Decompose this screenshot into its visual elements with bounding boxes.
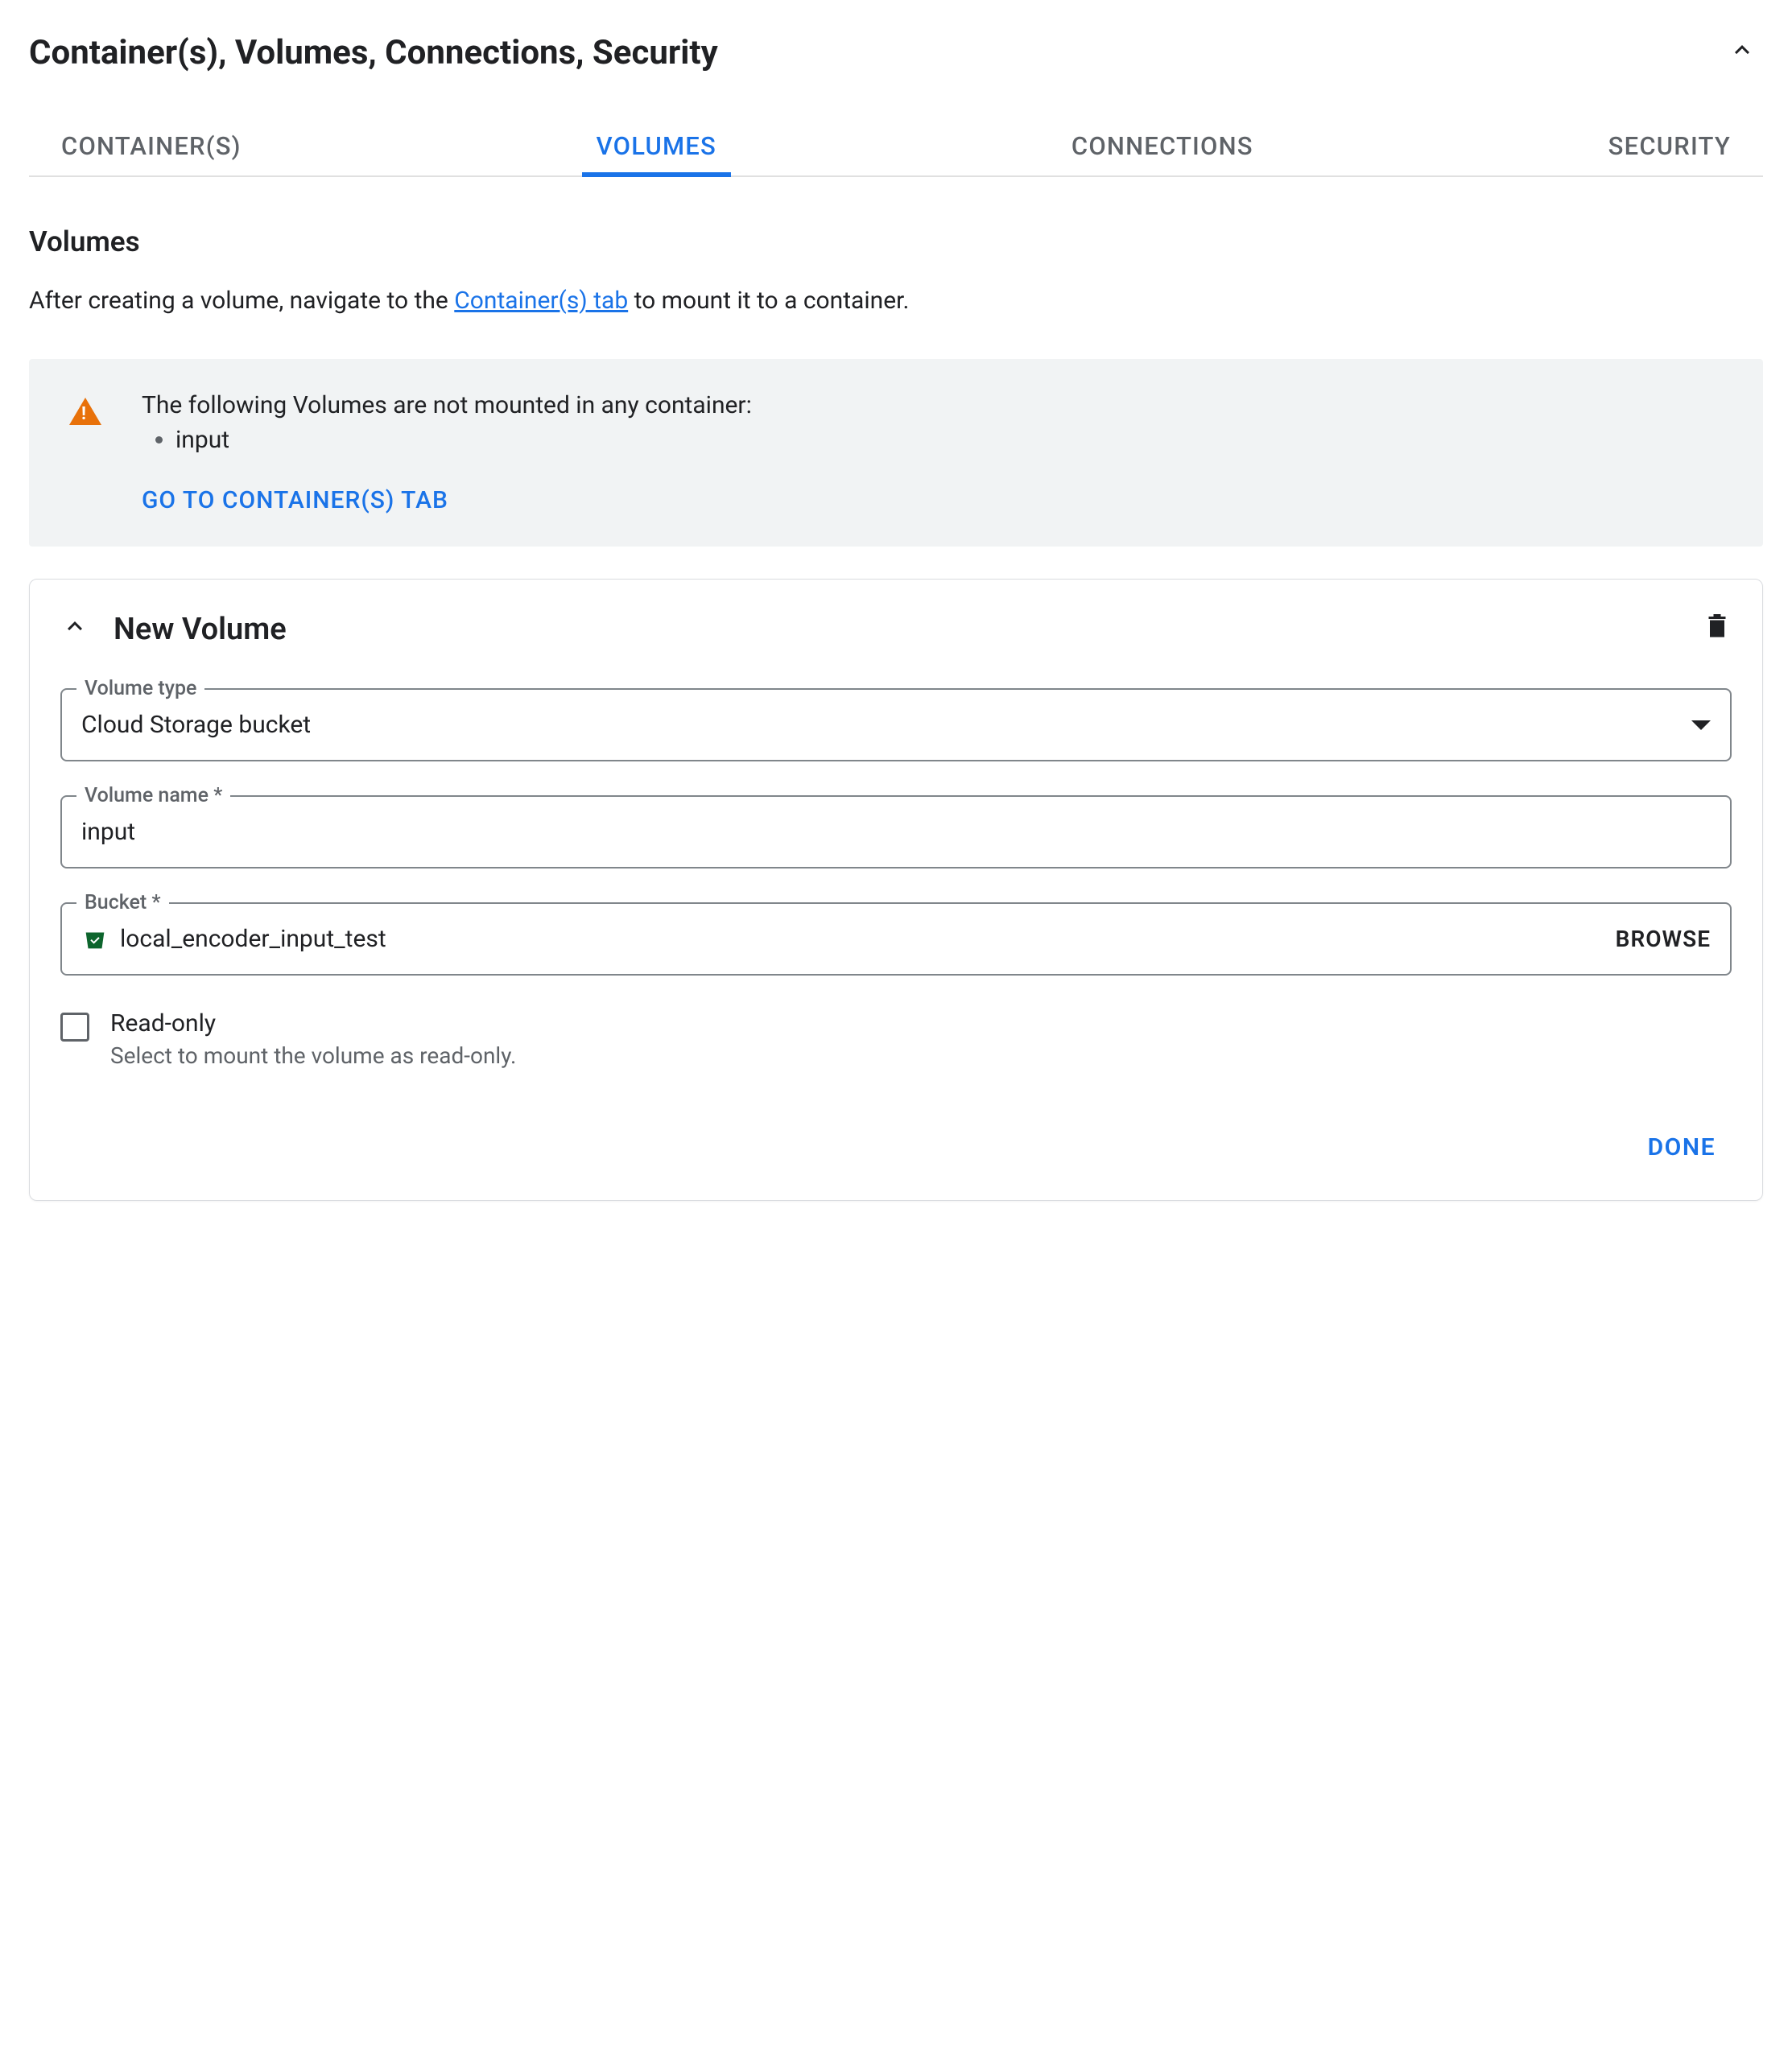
chevron-up-icon bbox=[60, 612, 89, 641]
section-header: Container(s), Volumes, Connections, Secu… bbox=[29, 29, 1763, 76]
volume-type-field: Volume type Cloud Storage bucket bbox=[60, 688, 1732, 761]
readonly-content: Read-only Select to mount the volume as … bbox=[110, 1009, 1732, 1069]
readonly-helper: Select to mount the volume as read-only. bbox=[110, 1042, 1732, 1069]
volume-name-input[interactable] bbox=[60, 795, 1732, 868]
readonly-label: Read-only bbox=[110, 1009, 1732, 1038]
go-to-containers-button[interactable]: GO TO CONTAINER(S) TAB bbox=[142, 486, 1731, 514]
delete-volume-button[interactable] bbox=[1703, 610, 1732, 648]
card-title: New Volume bbox=[114, 612, 1678, 647]
browse-button[interactable]: BROWSE bbox=[1616, 926, 1711, 952]
bucket-input[interactable]: local_encoder_input_test BROWSE bbox=[60, 902, 1732, 976]
warning-content: The following Volumes are not mounted in… bbox=[142, 391, 1731, 514]
warning-text: The following Volumes are not mounted in… bbox=[142, 391, 1731, 419]
warning-icon-wrap bbox=[69, 391, 101, 514]
collapse-section-button[interactable] bbox=[1721, 29, 1763, 76]
description-post: to mount it to a container. bbox=[628, 287, 909, 315]
volumes-heading: Volumes bbox=[29, 225, 1763, 258]
containers-tab-link[interactable]: Container(s) tab bbox=[454, 287, 628, 315]
volume-name-label: Volume name * bbox=[76, 784, 230, 807]
volume-type-value: Cloud Storage bucket bbox=[81, 711, 311, 739]
warning-box: The following Volumes are not mounted in… bbox=[29, 359, 1763, 547]
tab-connections[interactable]: CONNECTIONS bbox=[1071, 117, 1253, 175]
new-volume-card: New Volume Volume type Cloud Storage buc… bbox=[29, 579, 1763, 1201]
bucket-field: Bucket * local_encoder_input_test BROWSE bbox=[60, 902, 1732, 976]
collapse-card-button[interactable] bbox=[60, 612, 89, 646]
tab-volumes[interactable]: VOLUMES bbox=[597, 117, 716, 175]
dropdown-arrow-icon bbox=[1691, 720, 1711, 730]
description-pre: After creating a volume, navigate to the bbox=[29, 287, 454, 315]
warning-list-item: input bbox=[175, 426, 1731, 454]
card-footer: DONE bbox=[60, 1125, 1732, 1170]
volume-name-field: Volume name * bbox=[60, 795, 1732, 868]
tab-containers[interactable]: CONTAINER(S) bbox=[61, 117, 242, 175]
card-header: New Volume bbox=[60, 610, 1732, 648]
trash-icon bbox=[1703, 610, 1732, 642]
tab-bar: CONTAINER(S) VOLUMES CONNECTIONS SECURIT… bbox=[29, 117, 1763, 177]
readonly-checkbox[interactable] bbox=[60, 1013, 89, 1042]
bucket-value: local_encoder_input_test bbox=[120, 925, 1604, 953]
volumes-description: After creating a volume, navigate to the… bbox=[29, 283, 1763, 319]
main-title: Container(s), Volumes, Connections, Secu… bbox=[29, 33, 718, 72]
bucket-icon bbox=[81, 926, 109, 953]
readonly-row: Read-only Select to mount the volume as … bbox=[60, 1009, 1732, 1069]
bucket-label: Bucket * bbox=[76, 891, 169, 914]
warning-list: input bbox=[142, 426, 1731, 454]
volume-type-select[interactable]: Cloud Storage bucket bbox=[60, 688, 1732, 761]
warning-icon bbox=[69, 398, 101, 425]
tab-security[interactable]: SECURITY bbox=[1608, 117, 1731, 175]
chevron-up-icon bbox=[1728, 35, 1757, 64]
volume-type-label: Volume type bbox=[76, 677, 204, 700]
done-button[interactable]: DONE bbox=[1632, 1125, 1732, 1170]
